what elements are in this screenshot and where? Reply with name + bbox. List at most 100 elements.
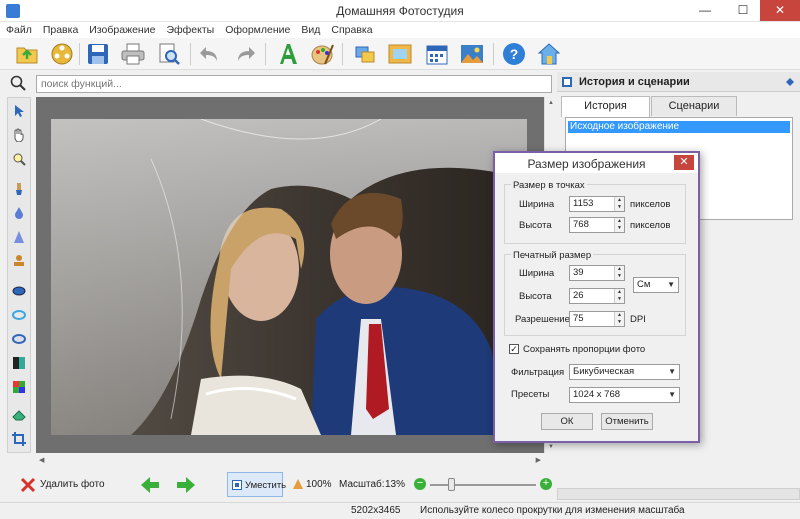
width-value: 1153 [573,198,594,209]
print-icon[interactable] [120,41,146,67]
menu-file[interactable]: Файл [0,22,37,36]
resolution-label: Разрешение [515,314,570,325]
canvas-area[interactable] [36,97,544,453]
undo-icon[interactable] [197,41,223,67]
horizontal-scrollbar[interactable]: ◀ ▶ [36,455,544,467]
search-icon [10,75,26,94]
menu-view[interactable]: Вид [295,22,325,36]
print-height-input[interactable]: 26 ▲ ▼ [569,288,625,304]
brush-tool-icon[interactable] [11,181,27,197]
menu-help[interactable]: Справка [325,22,377,36]
menu-edit[interactable]: Правка [37,22,83,36]
cancel-button[interactable]: Отменить [601,413,653,430]
dialog-close-button[interactable]: ✕ [674,155,694,170]
filter-select[interactable]: Бикубическая ▼ [569,364,680,380]
height-input[interactable]: 768 ▲ ▼ [569,217,625,233]
preview-icon[interactable] [156,41,182,67]
print-width-stepper-icon[interactable]: ▲ ▼ [614,266,624,280]
ring-select-icon[interactable] [11,307,27,323]
chevron-down-icon: ▼ [667,280,675,289]
print-width-value: 39 [573,267,584,278]
height-stepper-icon[interactable]: ▲ ▼ [614,218,624,232]
help-icon[interactable]: ? [501,41,527,67]
print-height-stepper-icon[interactable]: ▲ ▼ [614,289,624,303]
zoom-tool-icon[interactable] [11,151,27,167]
drop-tool-icon[interactable] [11,205,27,221]
ellipse-select-icon[interactable] [11,283,27,299]
keep-proportions-checkbox[interactable]: ✓ [509,344,519,354]
main-toolbar: ? [0,38,800,70]
print-unit-value: См [637,279,651,290]
film-reel-icon[interactable] [49,41,75,67]
menu-effects[interactable]: Эффекты [160,22,219,36]
resolution-stepper-icon[interactable]: ▲ ▼ [614,312,624,326]
frame-icon[interactable] [387,41,413,67]
maximize-button[interactable]: ☐ [728,0,758,21]
hand-tool-icon[interactable] [11,127,27,143]
menu-design[interactable]: Оформление [219,22,295,36]
ok-button[interactable]: ОК [541,413,593,430]
color-replace-icon[interactable] [11,379,27,395]
fit-button[interactable]: Уместить [227,472,286,497]
tab-history[interactable]: История действий [561,96,650,131]
crop-tool-icon[interactable] [11,431,27,447]
delete-icon[interactable] [20,477,36,496]
width-input[interactable]: 1153 ▲ ▼ [569,196,625,212]
gradient-tool-icon[interactable] [11,355,27,371]
stamp-tool-icon[interactable] [11,253,27,269]
text-icon[interactable] [275,41,301,67]
zoom-100-icon[interactable] [292,478,304,493]
eraser-tool-icon[interactable] [11,407,27,423]
scroll-right-icon[interactable]: ▶ [536,456,541,464]
history-item[interactable]: Исходное изображение [568,121,790,133]
panel-pin-icon[interactable] [785,77,795,90]
zoom-slider-thumb[interactable] [448,478,456,491]
dialog-title: Размер изображения [527,157,646,171]
next-arrow-icon[interactable] [176,476,196,497]
print-height-value: 26 [573,290,584,301]
scroll-up-icon[interactable]: ▲ [548,100,554,106]
search-input[interactable] [36,75,552,93]
resolution-input[interactable]: 75 ▲ ▼ [569,311,625,327]
zoom-in-button[interactable]: + [540,478,552,490]
print-width-input[interactable]: 39 ▲ ▼ [569,265,625,281]
minimize-button[interactable]: — [690,0,720,21]
delete-photo-button[interactable]: Удалить фото [40,479,105,490]
landscape-icon[interactable] [459,41,485,67]
cone-tool-icon[interactable] [11,229,27,245]
print-height-label: Высота [519,291,552,302]
dialog-title-bar: Размер изображения ✕ [495,153,698,173]
zoom-out-button[interactable]: − [414,478,426,490]
pointer-tool-icon[interactable] [11,103,27,119]
filter-label: Фильтрация [511,367,565,378]
zoom-slider-track[interactable] [430,484,536,486]
print-unit-select[interactable]: См ▼ [633,277,679,293]
calendar-icon[interactable] [424,41,450,67]
print-size-label: Печатный размер [511,250,594,261]
tab-scenarios[interactable]: Сценарии [651,96,737,116]
open-file-icon[interactable] [14,41,40,67]
tools-column [7,97,31,453]
status-bar: 5202x3465 Используйте колесо прокрутки д… [0,502,800,519]
preset-value: 1024 x 768 [573,389,621,400]
menu-image[interactable]: Изображение [83,22,160,36]
previous-arrow-icon[interactable] [140,476,160,497]
preset-select[interactable]: 1024 x 768 ▼ [569,387,680,403]
scroll-down-icon[interactable]: ▼ [548,444,554,450]
dark-ring-icon[interactable] [11,331,27,347]
close-button[interactable]: ✕ [760,0,800,21]
svg-text:?: ? [510,46,519,62]
palette-icon[interactable] [310,41,336,67]
save-icon[interactable] [85,41,111,67]
scroll-left-icon[interactable]: ◀ [39,456,44,464]
width-stepper-icon[interactable]: ▲ ▼ [614,197,624,211]
photo-image [51,119,527,435]
redo-icon[interactable] [232,41,258,67]
panel-scrollbar[interactable] [557,488,800,500]
resolution-value: 75 [573,313,584,324]
scale-label: Масштаб: [339,479,385,490]
collage-icon[interactable] [352,41,378,67]
image-dimensions: 5202x3465 [351,505,401,516]
zoom-100-button[interactable]: 100% [306,479,332,490]
home-icon[interactable] [536,41,562,67]
